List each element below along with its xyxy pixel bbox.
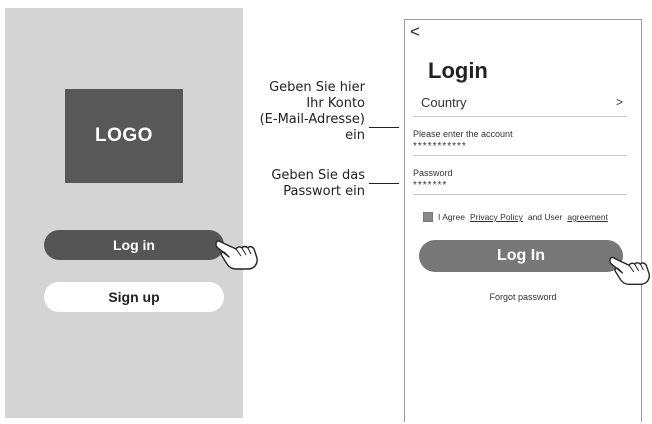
page-title: Login	[428, 58, 488, 83]
country-label: Country	[421, 95, 467, 110]
logo: LOGO	[65, 89, 183, 183]
password-field[interactable]: *******	[413, 180, 447, 191]
login-button-left[interactable]: Log in	[44, 230, 224, 260]
back-arrow-icon[interactable]: <	[410, 22, 420, 42]
agreement-link[interactable]: agreement	[567, 212, 608, 222]
chevron-right-icon: >	[615, 95, 623, 109]
agree-prefix: I Agree	[438, 212, 465, 222]
checkbox-icon[interactable]	[423, 212, 433, 222]
account-field[interactable]: ***********	[413, 141, 467, 152]
privacy-policy-link[interactable]: Privacy Policy	[470, 212, 523, 222]
account-hint-connector	[369, 127, 399, 128]
left-phone-screen: LOGO Log in Sign up	[5, 8, 243, 418]
account-hint-line-3: (E-Mail-Adresse)	[259, 112, 365, 127]
account-hint: Geben Sie hier Ihr Konto (E-Mail-Adresse…	[225, 80, 365, 144]
password-field-label: Password	[413, 168, 453, 178]
agreement-row: I Agree Privacy Policy and User agreemen…	[423, 210, 633, 224]
password-divider	[413, 194, 627, 195]
account-hint-line-2: Ihr Konto	[306, 96, 365, 111]
login-button-left-label: Log in	[113, 237, 155, 253]
agree-middle: and User	[527, 212, 563, 222]
country-selector[interactable]: Country >	[419, 94, 625, 114]
forgot-password-link[interactable]: Forgot password	[405, 292, 641, 302]
password-hint-connector	[369, 183, 399, 184]
login-button[interactable]: Log In	[419, 240, 623, 272]
signup-button[interactable]: Sign up	[44, 282, 224, 312]
password-hint-line-2: Passwort ein	[283, 184, 365, 199]
country-divider	[413, 116, 627, 117]
account-field-label: Please enter the account	[413, 129, 513, 139]
signup-button-label: Sign up	[108, 289, 160, 305]
account-hint-line-4: ein	[345, 128, 365, 143]
account-divider	[413, 155, 627, 156]
password-hint-line-1: Geben Sie das	[271, 168, 365, 183]
login-button-label: Log In	[497, 247, 545, 264]
logo-text: LOGO	[95, 125, 153, 146]
account-hint-line-1: Geben Sie hier	[269, 80, 365, 95]
hand-pointer-icon	[215, 240, 258, 270]
hand-pointer-icon	[609, 256, 650, 286]
password-hint: Geben Sie das Passwort ein	[225, 168, 365, 200]
right-phone-screen: < Login Country > Please enter the accou…	[404, 19, 642, 422]
